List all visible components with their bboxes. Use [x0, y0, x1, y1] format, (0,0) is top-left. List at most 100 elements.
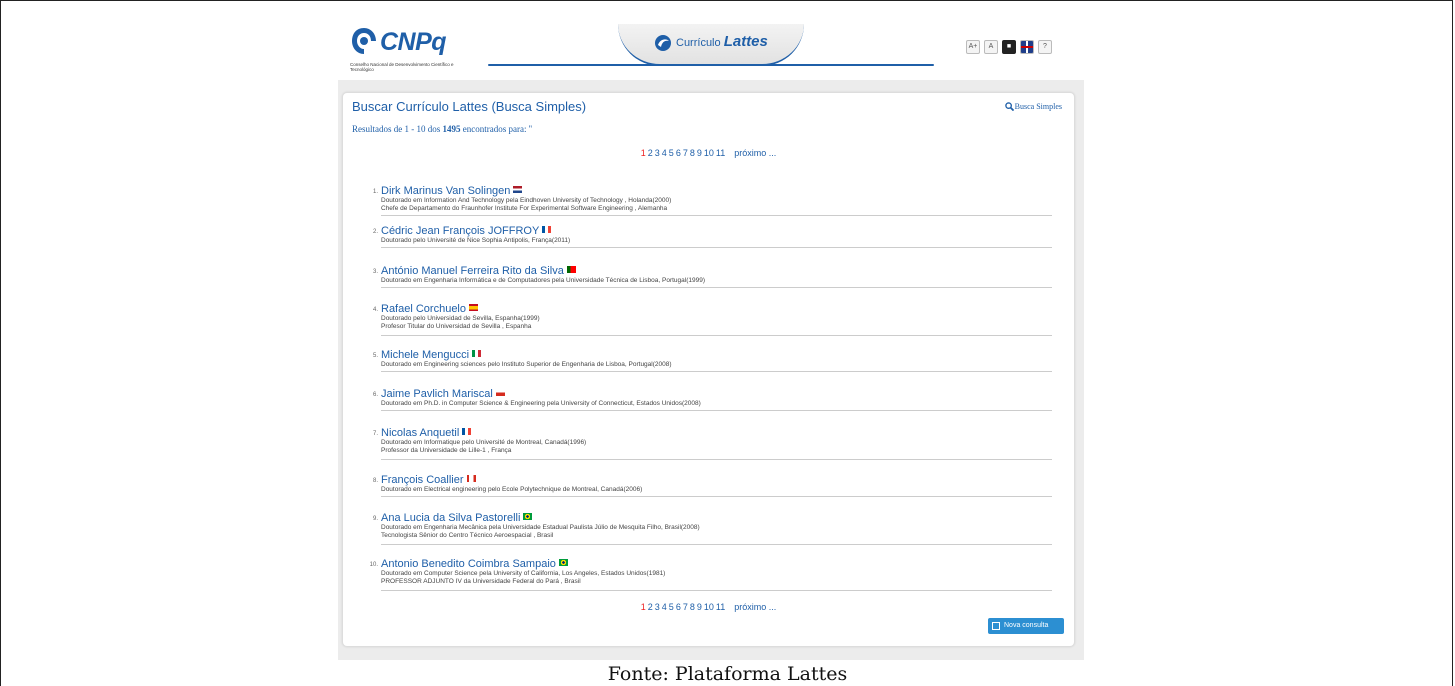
help-button[interactable]: ? [1038, 40, 1052, 54]
researcher-name: Nicolas Anquetil [381, 427, 460, 439]
next-page-link[interactable]: próximo ... [734, 602, 776, 612]
result-number: 8. [372, 478, 378, 484]
page-link-5[interactable]: 5 [669, 148, 674, 158]
page-link-11[interactable]: 11 [716, 602, 725, 612]
page-link-5[interactable]: 5 [669, 602, 674, 612]
result-divider [381, 215, 1052, 216]
search-results-panel: Buscar Currículo Lattes (Busca Simples) … [342, 92, 1075, 647]
tab-prefix: Currículo [676, 37, 721, 49]
curriculo-lattes-tab[interactable]: Currículo Lattes [618, 24, 804, 66]
page-link-1[interactable]: 1 [641, 148, 646, 158]
canada-flag-icon [466, 475, 476, 482]
netherlands-flag-icon [513, 186, 523, 193]
contrast-button[interactable]: ■ [1002, 40, 1016, 54]
page-link-1[interactable]: 1 [641, 602, 646, 612]
font-normal-button[interactable]: A [984, 40, 998, 54]
italy-flag-icon [472, 350, 482, 357]
brazil-flag-icon [558, 559, 568, 566]
researcher-name: Rafael Corchuelo [381, 303, 466, 315]
site-header: CNPq Conselho Nacional de Desenvolviment… [338, 14, 1084, 80]
page-link-11[interactable]: 11 [716, 148, 725, 158]
france-flag-icon [542, 226, 552, 233]
page-link-3[interactable]: 3 [655, 602, 660, 612]
result-divider [381, 287, 1052, 288]
page-link-9[interactable]: 9 [697, 148, 702, 158]
page-link-2[interactable]: 2 [648, 148, 653, 158]
results-count: 1495 [442, 124, 461, 134]
result-detail-line: Professor da Universidade de Lille-1 , F… [381, 446, 512, 454]
lattes-label: Currículo Lattes [676, 34, 768, 51]
page-link-9[interactable]: 9 [697, 602, 702, 612]
lattes-icon [655, 35, 671, 51]
result-detail-line: Doutorado pelo Université de Nice Sophia… [381, 237, 571, 244]
pagination-top: 1 2 3 4 5 6 7 8 9 10 11 próximo ... [343, 147, 1074, 159]
result-number: 9. [372, 516, 378, 522]
result-detail-line: Tecnologista Sênior do Centro Técnico Ae… [381, 531, 554, 539]
english-flag-icon[interactable] [1020, 40, 1034, 54]
nova-consulta-button[interactable]: Nova consulta [988, 618, 1064, 634]
result-number: 6. [372, 392, 378, 398]
page-link-8[interactable]: 8 [690, 148, 695, 158]
portugal-flag-icon [566, 266, 576, 273]
researcher-name: Antonio Benedito Coimbra Sampaio [381, 558, 556, 570]
page-link-4[interactable]: 4 [662, 148, 667, 158]
results-prefix: Resultados de 1 - 10 dos [352, 124, 441, 134]
results-summary: Resultados de 1 - 10 dos 1495 encontrado… [352, 123, 532, 135]
logo-text: CNPq [380, 28, 447, 56]
busca-simples-link[interactable]: Busca Simples [1004, 102, 1062, 112]
header-underline [488, 64, 934, 66]
lattes-screenshot: CNPq Conselho Nacional de Desenvolviment… [338, 14, 1084, 660]
page-link-4[interactable]: 4 [662, 602, 667, 612]
result-divider [381, 335, 1052, 336]
nova-consulta-label: Nova consulta [1004, 622, 1049, 629]
spain-flag-icon [469, 304, 478, 311]
page-link-7[interactable]: 7 [683, 602, 688, 612]
result-number: 7. [372, 431, 378, 437]
researcher-name: António Manuel Ferreira Rito da Silva [381, 265, 564, 277]
result-detail-line: Doutorado em Ph.D. in Computer Science &… [381, 400, 701, 407]
result-number: 5. [372, 353, 378, 359]
result-detail-line: Doutorado em Engineering sciences pelo I… [381, 361, 672, 368]
result-number: 3. [372, 269, 378, 275]
result-detail-line: Doutorado em Engenharia Informática e de… [381, 277, 705, 284]
result-number: 4. [372, 307, 378, 313]
new-search-icon [992, 622, 1000, 630]
result-divider [381, 371, 1052, 372]
result-detail-line: Doutorado em Computer Science pela Unive… [381, 570, 666, 577]
researcher-name: Cédric Jean François JOFFROY [381, 225, 540, 237]
results-suffix: encontrados para: '' [462, 124, 532, 134]
pagination-bottom: 1 2 3 4 5 6 7 8 9 10 11 próximo ... [343, 601, 1074, 613]
page-link-6[interactable]: 6 [676, 602, 681, 612]
page-link-6[interactable]: 6 [676, 148, 681, 158]
result-number: 1. [372, 189, 378, 195]
researcher-name: Michele Mengucci [381, 349, 470, 361]
page-link-2[interactable]: 2 [648, 602, 653, 612]
result-detail-line: PROFESSOR ADJUNTO IV da Universidade Fed… [381, 577, 581, 585]
page-link-10[interactable]: 10 [704, 148, 714, 158]
busca-simples-label: Busca Simples [1014, 102, 1062, 111]
page-link-7[interactable]: 7 [683, 148, 688, 158]
researcher-name: Jaime Pavlich Mariscal [381, 388, 493, 400]
logo-subtitle: Conselho Nacional de Desenvolvimento Cie… [350, 62, 454, 72]
page-link-10[interactable]: 10 [704, 602, 714, 612]
result-divider [381, 459, 1052, 460]
researcher-name: Dirk Marinus Van Solingen [381, 185, 511, 197]
page-link-8[interactable]: 8 [690, 602, 695, 612]
panel-title: Buscar Currículo Lattes (Busca Simples) [352, 99, 587, 114]
result-divider [381, 496, 1052, 497]
result-divider [381, 544, 1052, 545]
result-detail-line: Doutorado em Information And Technology … [381, 197, 672, 204]
result-detail-line: Doutorado em Electrical engineering pelo… [381, 486, 643, 493]
search-icon [1004, 102, 1014, 111]
next-page-link[interactable]: próximo ... [734, 148, 776, 158]
cnpq-logo[interactable]: CNPq Conselho Nacional de Desenvolviment… [350, 26, 490, 76]
tab-name: Lattes [723, 33, 768, 50]
font-increase-button[interactable]: A+ [966, 40, 980, 54]
result-detail-line: Doutorado pelo Universidad de Sevilla, E… [381, 315, 540, 322]
figure-caption: Fonte: Plataforma Lattes [607, 663, 848, 685]
result-number: 10. [369, 562, 378, 568]
result-detail-line: Chefe de Departamento do Fraunhofer Inst… [381, 204, 668, 212]
result-detail-line: Profesor Titular do Universidad de Sevil… [381, 322, 532, 330]
page-link-3[interactable]: 3 [655, 148, 660, 158]
accessibility-toolbar: A+ A ■ ? [966, 40, 1052, 54]
